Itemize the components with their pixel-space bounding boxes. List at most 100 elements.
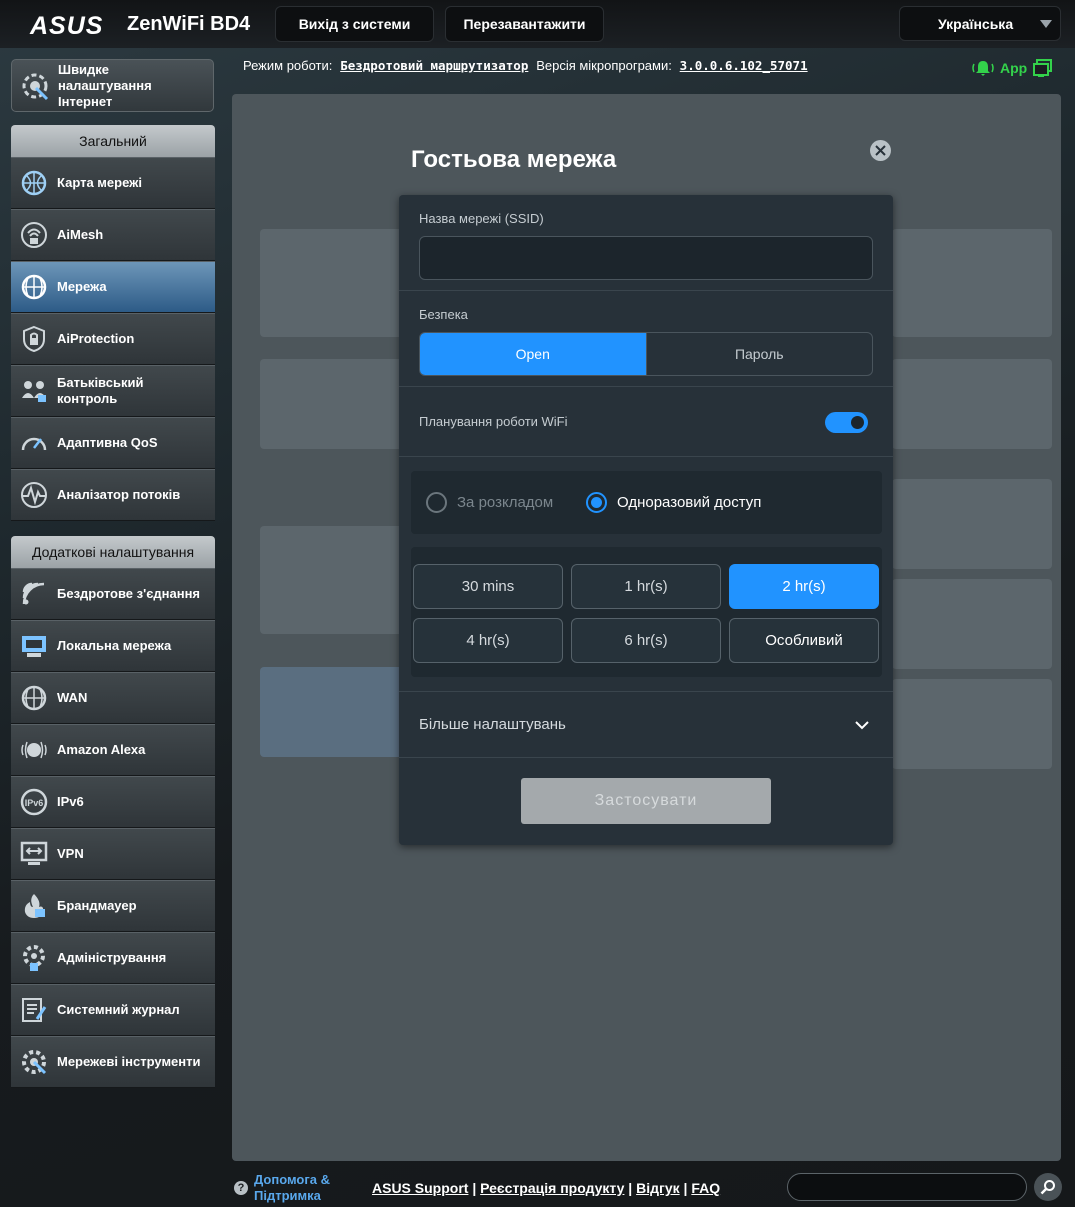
parental-control-icon [11,376,57,406]
asus-support-link[interactable]: ASUS Support [372,1180,468,1196]
globe-network-icon [11,272,57,302]
more-settings-label[interactable]: Більше налаштувань [419,716,566,733]
divider [399,691,893,692]
lan-icon [11,631,57,661]
sidebar-item[interactable]: Батьківський контроль [11,365,215,417]
traffic-analyzer-icon [11,480,57,510]
schedule-mode-group: За розкладом Одноразовий доступ [411,471,882,534]
radio-circle-selected [586,492,607,513]
general-section-header: Загальний [11,125,215,157]
duration-2-hr[interactable]: 2 hr(s) [729,564,879,609]
sidebar-item[interactable]: Мережа [11,261,215,313]
vpn-icon [11,839,57,869]
logout-button[interactable]: Вихід з системи [275,6,434,42]
notification-bell-icon [972,61,994,76]
search-button[interactable] [1034,1173,1062,1201]
language-value: Українська [938,15,1014,32]
app-indicator[interactable]: App [972,58,1053,78]
background-card [892,359,1052,449]
status-line: Режим роботи: Бездротовий маршрутизатор … [243,58,808,74]
sidebar-item-label: Бездротове з'єднання [57,586,200,601]
close-button[interactable] [870,140,891,161]
app-label: App [1000,60,1028,76]
divider [399,386,893,387]
help-support-link[interactable]: ? Допомога & Підтримка [234,1172,344,1204]
language-select[interactable]: Українська [899,6,1061,41]
shield-lock-icon [11,324,57,354]
sidebar-item[interactable]: WAN [11,672,215,724]
sidebar-item-label: IPv6 [57,794,84,809]
background-card [892,679,1052,769]
network-tools-icon [11,1047,57,1077]
guest-network-modal: Назва мережі (SSID) Безпека Open Пароль … [399,195,893,845]
sidebar-item-label: Брандмауер [57,898,137,913]
radio-scheduled-label: За розкладом [457,494,554,511]
search-input[interactable] [787,1173,1027,1201]
radio-one-time-access[interactable]: Одноразовий доступ [586,492,761,513]
sidebar-item[interactable]: Адміністрування [11,932,215,984]
aimesh-icon [11,220,57,250]
product-registration-link[interactable]: Реєстрація продукту [480,1180,624,1196]
sidebar-item[interactable]: IPv6 IPv6 [11,776,215,828]
sidebar-item[interactable]: Amazon Alexa [11,724,215,776]
security-segmented-control: Open Пароль [419,332,873,376]
security-option-password[interactable]: Пароль [645,333,873,375]
sidebar-item[interactable]: AiProtection [11,313,215,365]
general-menu: Карта мережі AiMesh Мережа AiProtection Бать… [11,157,215,521]
apply-button[interactable]: Застосувати [521,778,771,824]
sidebar-item-label: WAN [57,690,88,705]
sidebar-item-label: Мережеві інструменти [57,1054,201,1069]
security-option-open[interactable]: Open [420,333,646,375]
asus-logo: ASUS [30,12,104,40]
faq-link[interactable]: FAQ [691,1180,720,1196]
sidebar-item-label: Аналізатор потоків [57,487,181,502]
wan-globe-icon [11,683,57,713]
divider [399,456,893,457]
search-icon [1040,1180,1055,1195]
reboot-button[interactable]: Перезавантажити [445,6,604,42]
sidebar-item-label: Адміністрування [57,950,167,965]
help-label: Допомога & Підтримка [254,1172,331,1203]
chevron-down-icon[interactable] [854,717,870,733]
sidebar-item-label: Адаптивна QoS [57,435,158,450]
sidebar-item[interactable]: Бездротове з'єднання [11,568,215,620]
background-card [892,479,1052,569]
monitor-icon [1033,59,1053,77]
radio-scheduled[interactable]: За розкладом [426,492,553,513]
sidebar-item[interactable]: Адаптивна QoS [11,417,215,469]
divider [399,290,893,291]
radio-one-time-label: Одноразовий доступ [617,494,762,511]
security-label: Безпека [419,307,468,322]
quick-setup-icon [12,71,58,101]
duration-custom[interactable]: Особливий [729,618,879,663]
sidebar-item[interactable]: Аналізатор потоків [11,469,215,521]
sidebar-item[interactable]: Локальна мережа [11,620,215,672]
duration-30-mins[interactable]: 30 mins [413,564,563,609]
sidebar-item[interactable]: Брандмауер [11,880,215,932]
feedback-link[interactable]: Відгук [636,1180,680,1196]
wifi-schedule-toggle[interactable] [825,412,868,433]
gauge-icon [11,428,57,458]
svg-text:IPv6: IPv6 [25,798,44,808]
sidebar-item[interactable]: Системний журнал [11,984,215,1036]
sidebar-item[interactable]: AiMesh [11,209,215,261]
quick-setup-label: Швидке налаштування Інтернет [58,61,152,109]
chevron-down-icon [1040,20,1052,28]
sidebar-item-label: VPN [57,846,84,861]
sidebar-item-label: AiProtection [57,331,135,346]
sidebar-item[interactable]: Карта мережі [11,157,215,209]
duration-4-hr[interactable]: 4 hr(s) [413,618,563,663]
duration-6-hr[interactable]: 6 hr(s) [571,618,721,663]
admin-gear-icon [11,943,57,973]
network-map-icon [11,168,57,198]
mode-link[interactable]: Бездротовий маршрутизатор [340,58,528,73]
duration-1-hr[interactable]: 1 hr(s) [571,564,721,609]
sidebar-item[interactable]: Мережеві інструменти [11,1036,215,1088]
sidebar-item[interactable]: VPN [11,828,215,880]
ssid-input[interactable] [419,236,873,280]
background-card [892,229,1052,337]
quick-internet-setup-button[interactable]: Швидке налаштування Інтернет [11,59,214,112]
modal-title: Гостьова мережа [411,146,617,173]
divider [399,757,893,758]
firmware-link[interactable]: 3.0.0.6.102_57071 [680,58,808,73]
